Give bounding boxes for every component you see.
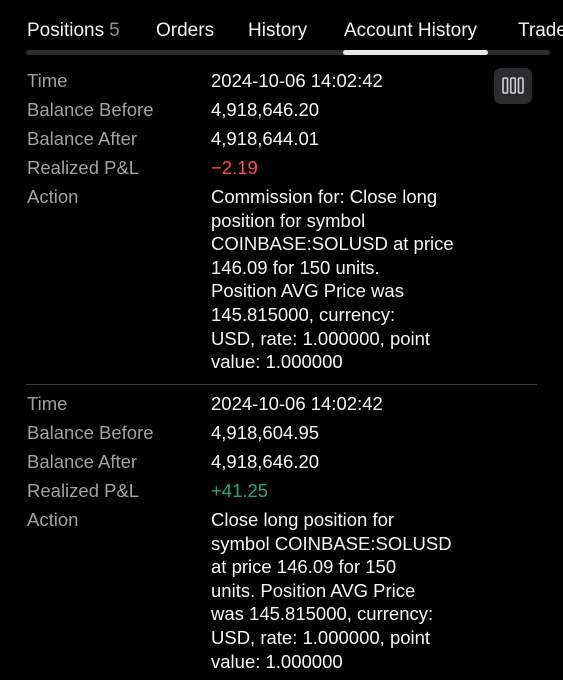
action-line: value: 1.000000 — [211, 351, 343, 373]
tab-history[interactable]: History — [248, 18, 307, 44]
action-label: Action — [27, 186, 79, 207]
balance-before-label: Balance Before — [27, 99, 154, 120]
tab-bar: Positions 5 Orders History Account Histor… — [0, 0, 563, 56]
tab-positions-label: Positions — [27, 20, 105, 41]
realized-pnl-value: +41.25 — [211, 480, 269, 501]
action-line: Commission for: Close long — [211, 186, 438, 207]
action-line: Position AVG Price was — [211, 280, 404, 302]
columns-settings-icon — [502, 77, 524, 94]
balance-after-label: Balance After — [27, 128, 138, 149]
tab-trade[interactable]: Trade — [518, 18, 563, 44]
balance-before-label: Balance Before — [27, 422, 154, 443]
tab-positions[interactable]: Positions 5 — [27, 18, 120, 44]
tab-positions-count: 5 — [109, 20, 120, 41]
action-line: 146.09 for 150 units. — [211, 256, 380, 278]
tab-history-label: History — [248, 20, 308, 41]
record-divider — [26, 384, 537, 385]
realized-pnl-value: −2.19 — [211, 157, 258, 178]
balance-after-value: 4,918,646.20 — [211, 451, 320, 472]
tab-trade-label: Trade — [518, 20, 563, 41]
columns-settings-button[interactable] — [494, 68, 532, 104]
action-line: value: 1.000000 — [211, 650, 343, 672]
action-line: USD, rate: 1.000000, point — [211, 327, 431, 349]
tab-orders-label: Orders — [156, 20, 215, 41]
action-line: Close long position for — [211, 509, 395, 530]
tab-account-history[interactable]: Account History — [344, 18, 477, 44]
balance-after-label: Balance After — [27, 451, 138, 472]
action-line: position for symbol — [211, 209, 366, 231]
action-line: USD, rate: 1.000000, point — [211, 626, 431, 648]
time-label: Time — [27, 70, 68, 91]
balance-before-value: 4,918,646.20 — [211, 99, 320, 120]
balance-after-value: 4,918,644.01 — [211, 128, 320, 149]
action-line: at price 146.09 for 150 — [211, 556, 397, 578]
tab-account-history-label: Account History — [344, 20, 478, 41]
time-label: Time — [27, 393, 68, 414]
active-tab-indicator — [343, 50, 488, 55]
action-line: units. Position AVG Price — [211, 579, 416, 601]
action-line: 145.815000, currency: — [211, 303, 396, 325]
action-label: Action — [27, 509, 79, 530]
action-line: symbol COINBASE:SOLUSD — [211, 532, 452, 554]
action-line: was 145.815000, currency: — [211, 603, 434, 625]
action-value: Commission for: Close long position for … — [211, 185, 481, 374]
tab-orders[interactable]: Orders — [156, 18, 214, 44]
realized-pnl-label: Realized P&L — [27, 157, 140, 178]
action-value: Close long position for symbol COINBASE:… — [211, 508, 481, 673]
realized-pnl-label: Realized P&L — [27, 480, 140, 501]
time-value: 2024-10-06 14:02:42 — [211, 393, 383, 414]
time-value: 2024-10-06 14:02:42 — [211, 70, 383, 91]
balance-before-value: 4,918,604.95 — [211, 422, 320, 443]
action-line: COINBASE:SOLUSD at price — [211, 233, 454, 255]
